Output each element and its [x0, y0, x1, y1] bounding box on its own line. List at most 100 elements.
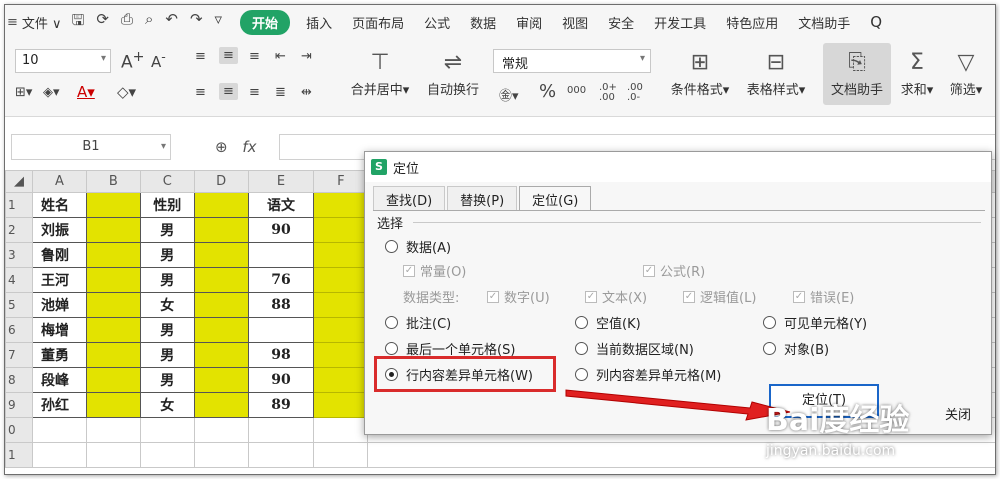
row-header[interactable]: 3 [5, 242, 33, 268]
cloud-save-icon[interactable]: ⟳ [96, 10, 109, 35]
cell[interactable] [193, 442, 249, 468]
align-middle-icon[interactable]: ≡ [219, 47, 238, 64]
cell[interactable] [313, 317, 369, 343]
tab-developer[interactable]: 开发工具 [654, 13, 706, 32]
cell[interactable]: 孙红 [32, 392, 87, 418]
column-header[interactable]: E [247, 170, 315, 193]
undo-icon[interactable]: ↶ [165, 10, 178, 35]
cell[interactable]: 男 [139, 342, 195, 368]
cell[interactable]: 性别 [139, 192, 195, 218]
cell[interactable] [193, 342, 249, 368]
row-header[interactable]: 9 [5, 392, 33, 418]
tab-formulas[interactable]: 公式 [424, 13, 450, 32]
radio-column-differences[interactable]: 列内容差异单元格(M) [575, 365, 721, 384]
cell[interactable] [85, 317, 141, 343]
distribute-icon[interactable]: ⇹ [301, 85, 312, 100]
checkbox-constant[interactable]: ✓ 常量(O) [403, 261, 466, 280]
cell-selected[interactable] [85, 192, 141, 218]
cell[interactable] [313, 392, 369, 418]
border-icon[interactable]: ⊞▾ [15, 85, 32, 100]
cell[interactable] [32, 442, 87, 468]
cell[interactable] [32, 417, 87, 443]
cell[interactable] [313, 292, 369, 318]
cell[interactable] [247, 317, 315, 343]
cell[interactable]: 王河 [32, 267, 87, 293]
sum-button[interactable]: Σ 求和▾ [897, 47, 937, 98]
cell[interactable] [85, 217, 141, 243]
save-icon[interactable]: 🖫 [72, 10, 85, 35]
row-header[interactable]: 4 [5, 267, 33, 293]
cell[interactable]: 男 [139, 317, 195, 343]
align-center-icon[interactable]: ≡ [219, 83, 238, 100]
cell[interactable]: 段峰 [32, 367, 87, 393]
print-preview-icon[interactable]: ⌕ [145, 10, 153, 35]
conditional-format-button[interactable]: ⊞ 条件格式▾ [665, 47, 735, 98]
cell[interactable]: 90 [247, 217, 315, 243]
number-format-select[interactable]: 常规 ▾ [493, 49, 651, 73]
cell[interactable] [139, 442, 195, 468]
align-right-icon[interactable]: ≡ [249, 85, 260, 100]
cell[interactable]: 女 [139, 292, 195, 318]
font-size-select[interactable]: 10 ▾ [15, 49, 111, 73]
tab-replace[interactable]: 替换(P) [447, 186, 518, 210]
cell[interactable] [193, 417, 249, 443]
search-icon[interactable]: Q [870, 13, 882, 31]
font-color-icon[interactable]: A▾ [77, 83, 95, 101]
checkbox-logic[interactable]: ✓ 逻辑值(L) [683, 287, 756, 306]
cell[interactable]: 姓名 [32, 192, 87, 218]
fill-color-icon[interactable]: ◈▾ [43, 85, 60, 100]
doc-assistant-button[interactable]: ⎘ 文档助手 [823, 43, 891, 105]
decrease-font-icon[interactable]: A- [151, 49, 166, 71]
thousands-icon[interactable]: 000 [567, 85, 586, 96]
indent-icon[interactable]: ⇥ [301, 49, 312, 64]
tab-security[interactable]: 安全 [608, 13, 634, 32]
cell[interactable] [313, 192, 369, 218]
cell[interactable]: 89 [247, 392, 315, 418]
close-button[interactable]: 关闭 [945, 404, 971, 423]
cell[interactable] [85, 442, 141, 468]
cell[interactable]: 鲁刚 [32, 242, 87, 268]
currency-icon[interactable]: ㊎▾ [499, 85, 519, 104]
justify-icon[interactable]: ≣ [275, 85, 286, 100]
menu-icon[interactable]: ≡ [7, 15, 18, 30]
align-left-icon[interactable]: ≡ [195, 85, 206, 100]
radio-blank[interactable]: 空值(K) [575, 313, 641, 332]
cell[interactable]: 90 [247, 367, 315, 393]
tab-doc-assistant[interactable]: 文档助手 [798, 13, 850, 32]
cell[interactable]: 语文 [247, 192, 315, 218]
tab-find[interactable]: 查找(D) [373, 186, 446, 210]
cell[interactable]: 98 [247, 342, 315, 368]
row-header[interactable]: 1 [5, 442, 33, 468]
cell[interactable]: 女 [139, 392, 195, 418]
table-style-button[interactable]: ⊟ 表格样式▾ [741, 47, 811, 98]
merge-center-button[interactable]: ⊤ 合并居中▾ [345, 47, 415, 98]
cell[interactable] [139, 417, 195, 443]
tab-page-layout[interactable]: 页面布局 [352, 13, 404, 32]
column-header[interactable]: A [32, 170, 87, 193]
select-all-corner[interactable]: ◢ [5, 170, 33, 193]
increase-decimal-icon[interactable]: .0+ .00 [599, 83, 617, 103]
radio-visible-cells[interactable]: 可见单元格(Y) [763, 313, 867, 332]
filter-button[interactable]: ▽ 筛选▾ [943, 47, 989, 98]
cell[interactable]: 男 [139, 367, 195, 393]
cell[interactable]: 男 [139, 242, 195, 268]
zoom-icon[interactable]: ⊕ [215, 138, 228, 156]
decrease-decimal-icon[interactable]: .00.0- [627, 83, 643, 103]
cell[interactable]: 76 [247, 267, 315, 293]
tab-home[interactable]: 开始 [240, 9, 291, 35]
checkbox-error[interactable]: ✓ 错误(E) [793, 287, 854, 306]
clear-format-icon[interactable]: ◇▾ [117, 83, 136, 101]
column-header[interactable]: F [313, 170, 369, 193]
cell[interactable] [313, 442, 369, 468]
align-bottom-icon[interactable]: ≡ [249, 49, 260, 64]
cell[interactable] [193, 392, 249, 418]
menu-file[interactable]: 文件 ∨ [22, 13, 62, 32]
fx-icon[interactable]: fx [242, 138, 256, 156]
checkbox-formula[interactable]: ✓ 公式(R) [643, 261, 705, 280]
tab-special[interactable]: 特色应用 [726, 13, 778, 32]
wrap-text-button[interactable]: ⇌ 自动换行 [421, 47, 485, 98]
radio-comment[interactable]: 批注(C) [385, 313, 451, 332]
column-header[interactable]: B [85, 170, 141, 193]
radio-object[interactable]: 对象(B) [763, 339, 829, 358]
cell[interactable]: 男 [139, 267, 195, 293]
